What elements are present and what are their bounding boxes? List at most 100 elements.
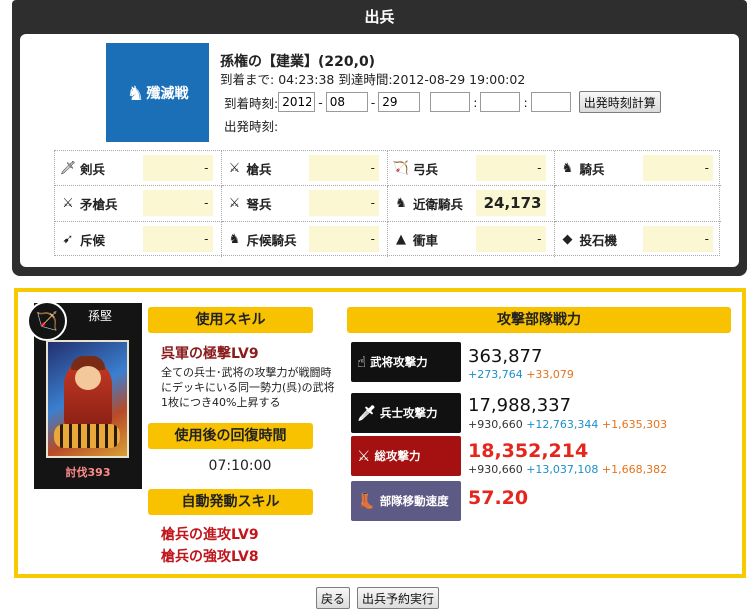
general-attack-bonus: +273,764 +33,079 <box>468 368 574 381</box>
troop-name: 斥候 <box>80 232 106 248</box>
troop-count: - <box>142 190 213 217</box>
troop-name: 矛槍兵 <box>80 196 118 212</box>
troop-cell: ▲ 衝車 - <box>388 221 555 257</box>
troop-name: 剣兵 <box>80 161 106 177</box>
date-separator: - <box>318 94 323 110</box>
arrive-label: 到着まで: <box>220 72 275 87</box>
troop-name: 投石機 <box>579 232 618 248</box>
scout-icon: ➹ <box>62 231 74 247</box>
auto-skill-item: 槍兵の進攻LV9 <box>161 527 259 543</box>
arrival-info: 到着まで: 04:23:38 到達時間:2012-08-29 19:00:02 <box>220 69 525 88</box>
crossed-swords-icon: ⚔ <box>357 447 371 465</box>
execute-dispatch-button[interactable]: 出兵予約実行 <box>357 587 440 609</box>
departure-time-label: 出発時刻: <box>224 119 279 134</box>
general-portrait <box>46 340 129 458</box>
soldier-attack-badge: 🗡 兵士攻撃力 <box>351 393 461 433</box>
troop-count: - <box>475 225 546 252</box>
arrival-time-form: 到着時刻: - - : : 出発時刻計算 <box>224 91 661 113</box>
troop-count: - <box>309 225 379 252</box>
bow-icon: 🏹 <box>27 301 67 341</box>
crossbow-soldier-icon: ⚔ <box>228 195 241 211</box>
troop-cell: 🏹 弓兵 - <box>388 151 555 187</box>
time-separator: : <box>473 94 478 110</box>
general-card[interactable]: 🏹 孫堅 討伐393 <box>27 301 142 489</box>
troop-cell: ⚔ 弩兵 - <box>221 186 388 222</box>
troop-name: 弩兵 <box>246 196 272 212</box>
total-attack-value: 18,352,214 <box>468 440 589 462</box>
cavalry-emblem-icon: ♞ <box>126 80 145 105</box>
auto-skill-item: 槍兵の強攻LV8 <box>161 549 259 565</box>
general-attack-icon: ☝ <box>357 353 367 371</box>
battle-type-logo: ♞ 殲滅戦 <box>106 43 209 142</box>
destination-title: 孫権の【建業】(220,0) <box>220 54 376 70</box>
kill-count: 討伐393 <box>65 466 111 479</box>
attack-deck-panel: 🏹 孫堅 討伐393 使用スキル 呉軍の極撃LV9 全ての兵士･武将の攻撃力が戦… <box>14 288 746 578</box>
date-separator: - <box>370 94 376 110</box>
spear-soldier-icon: ⚔ <box>228 160 241 176</box>
skill-name: 呉軍の極撃LV9 <box>161 346 259 362</box>
troop-cell: ♞ 斥候騎兵 - <box>222 221 388 257</box>
arrive-time: 2012-08-29 19:00:02 <box>392 72 526 87</box>
calc-departure-button[interactable]: 出発時刻計算 <box>578 91 661 113</box>
troop-cell <box>554 186 721 222</box>
attack-power-header: 攻撃部隊戦力 <box>347 307 731 333</box>
general-name: 孫堅 <box>88 309 113 323</box>
soldier-attack-value: 17,988,337 <box>468 395 572 416</box>
troop-cell: ➹ 斥候 - <box>55 221 222 257</box>
scout-cavalry-icon: ♞ <box>228 231 241 247</box>
troop-cell: ⚔ 槍兵 - <box>221 151 388 187</box>
page-title: 出兵 <box>364 8 395 26</box>
troop-name: 衝車 <box>413 232 439 248</box>
general-attack-label: 武将攻撃力 <box>370 355 428 369</box>
general-attack-badge: ☝ 武将攻撃力 <box>351 342 461 382</box>
dispatch-panel: 出兵 ♞ 殲滅戦 孫権の【建業】(220,0) 到着まで: 04:23:38 到… <box>12 0 747 276</box>
recovery-time: 07:10:00 <box>208 458 272 474</box>
catapult-icon: ◆ <box>562 231 573 247</box>
troop-count: 24,173 <box>475 190 546 217</box>
troop-table: 🗡 剣兵 - ⚔ 槍兵 - 🏹 弓兵 - ♞ 騎兵 - ⚔ 矛槍兵 - ⚔ 弩兵 - ♞ 近衛騎兵 24,173 ➹ 斥候 -… <box>54 150 722 257</box>
dispatch-info: ♞ 殲滅戦 孫権の【建業】(220,0) 到着まで: 04:23:38 到達時間… <box>20 34 739 267</box>
sword-icon: 🗡 <box>357 404 377 422</box>
second-input[interactable] <box>530 92 571 112</box>
troop-cell: ◆ 投石機 - <box>555 222 722 257</box>
cavalry-icon: ♞ <box>561 160 574 176</box>
boot-icon: 👢 <box>357 492 376 510</box>
auto-skill-header: 自動発動スキル <box>148 489 313 515</box>
troop-cell: ♞ 近衛騎兵 24,173 <box>388 186 555 222</box>
general-attack-value: 363,877 <box>468 346 543 367</box>
troop-cell: ♞ 騎兵 - <box>554 151 721 187</box>
time-separator: : <box>523 94 528 110</box>
total-attack-label: 総攻撃力 <box>374 449 421 463</box>
troop-cell: 🗡 剣兵 - <box>55 151 222 187</box>
archer-icon: 🏹 <box>392 160 410 176</box>
day-input[interactable] <box>378 92 421 112</box>
troop-count: - <box>142 155 213 181</box>
pike-soldier-icon: ⚔ <box>62 195 74 211</box>
hour-input[interactable] <box>430 92 471 112</box>
troop-name: 斥候騎兵 <box>246 232 297 248</box>
skill-description: 全ての兵士･武将の攻撃力が戦闘時にデッキにいる同一勢力(呉)の武将1枚につき40… <box>161 366 335 409</box>
troop-count: - <box>475 155 546 181</box>
minute-input[interactable] <box>480 92 521 112</box>
troop-count: - <box>309 155 379 181</box>
troop-name: 騎兵 <box>579 161 605 177</box>
troop-name: 弓兵 <box>413 161 439 177</box>
arrive-duration: 04:23:38 <box>278 72 335 87</box>
troop-count: - <box>142 225 213 252</box>
battle-type-label: 殲滅戦 <box>146 85 189 102</box>
move-speed-label: 部隊移動速度 <box>379 494 449 508</box>
troop-count: - <box>643 225 713 252</box>
move-speed-badge: 👢 部隊移動速度 <box>351 481 461 521</box>
guard-cavalry-icon: ♞ <box>395 195 407 211</box>
move-speed-value: 57.20 <box>468 487 529 509</box>
back-button[interactable]: 戻る <box>316 587 351 609</box>
total-attack-bonus: +930,660 +13,037,108 +1,668,382 <box>468 463 668 476</box>
year-input[interactable] <box>278 92 316 112</box>
soldier-attack-bonus: +930,660 +12,763,344 +1,635,303 <box>468 418 668 431</box>
soldier-attack-label: 兵士攻撃力 <box>380 406 438 420</box>
arrival-time-label: 到着時刻: <box>224 95 279 111</box>
recovery-header: 使用後の回復時間 <box>148 423 313 449</box>
troop-name: 槍兵 <box>246 161 272 177</box>
month-input[interactable] <box>325 92 368 112</box>
troop-count: - <box>643 155 713 181</box>
